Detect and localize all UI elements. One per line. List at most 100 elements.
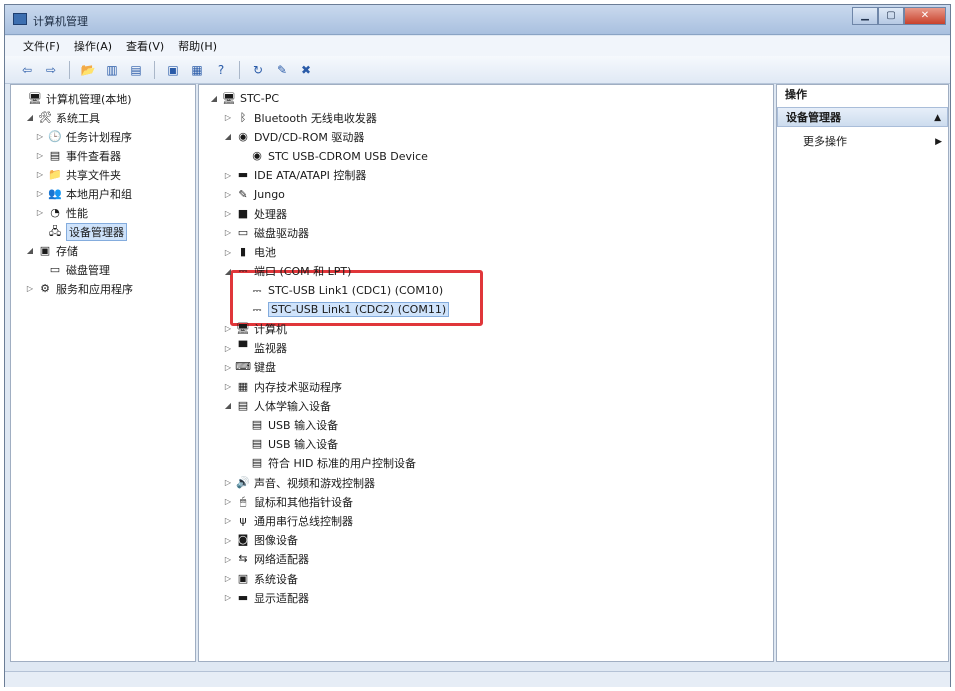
tree-item[interactable]: ▷ ◔ 性能 [35,203,88,222]
more-actions-item[interactable]: 更多操作 ▶ [777,133,948,151]
tree-item-label: STC-USB Link1 (CDC1) (COM10) [268,284,444,297]
menu-help[interactable]: 帮助(H) [178,38,217,54]
tree-item[interactable]: ▷ ▬ 显示适配器 [223,588,309,607]
collapsed-arrow-icon[interactable]: ▷ [223,478,233,487]
tree-item[interactable]: ◢ ▣ 存储 [25,241,78,260]
tree-item[interactable]: ⎓ STC-USB Link1 (CDC2) (COM11) [237,300,450,319]
collapsed-arrow-icon[interactable]: ▷ [223,344,233,353]
expanded-arrow-icon[interactable]: ◢ [223,267,233,276]
minimize-button[interactable]: ▁ [852,7,878,25]
clock-icon: 🕒 [48,129,62,143]
tree-item[interactable]: ▷ 🔊 声音、视频和游戏控制器 [223,473,375,492]
collapsed-arrow-icon[interactable]: ▷ [223,228,233,237]
tree-item[interactable]: ▷ ⚙ 服务和应用程序 [25,279,133,298]
device-tree-pane[interactable]: ◢ 🖥 STC-PC ▷ ᛒ Bluetooth 无线电收发器 ◢ ◉ DVD/CD-ROM 驱… [198,84,774,662]
menu-view[interactable]: 查看(V) [126,38,164,54]
collapsed-arrow-icon[interactable]: ▷ [223,324,233,333]
tree-item[interactable]: ▷ ⌨ 键盘 [223,358,276,377]
update-driver-icon[interactable]: ↻ [248,60,268,80]
tree-item[interactable]: ▷ ✎ Jungo [223,185,285,204]
tree-item-label: Bluetooth 无线电收发器 [254,111,377,125]
tree-item-label: 系统设备 [254,572,298,586]
navigation-tree-pane[interactable]: 🖥 计算机管理(本地) ◢ 🛠 系统工具 ▷ 🕒 任务计划程序 ▷ ▤ 事件查看器 ▷ 📁 共享文件夹 ▷ 👥… [10,84,196,662]
up-folder-icon[interactable]: 📂 [78,60,98,80]
collapsed-arrow-icon[interactable]: ▷ [223,574,233,583]
collapsed-arrow-icon[interactable]: ▷ [223,190,233,199]
collapsed-arrow-icon[interactable]: ▷ [25,284,35,293]
tree-item[interactable]: ▭ 磁盘管理 [35,260,110,279]
tree-item[interactable]: ▷ ▬ IDE ATA/ATAPI 控制器 [223,166,366,185]
collapsed-arrow-icon[interactable]: ▷ [35,189,45,198]
expanded-arrow-icon[interactable]: ◢ [25,246,35,255]
collapsed-arrow-icon[interactable]: ▷ [35,151,45,160]
show-hide-tree-icon[interactable]: ▥ [102,60,122,80]
uninstall-icon[interactable]: ✖ [296,60,316,80]
tree-item[interactable]: ▷ ▤ 事件查看器 [35,146,121,165]
tree-item[interactable]: ▷ 🕒 任务计划程序 [35,127,132,146]
tree-item[interactable]: ▷ ψ 通用串行总线控制器 [223,511,353,530]
collapsed-arrow-icon[interactable]: ▷ [223,209,233,218]
collapsed-arrow-icon[interactable]: ▷ [223,113,233,122]
tree-item[interactable]: ▷ ᛒ Bluetooth 无线电收发器 [223,108,377,127]
expanded-arrow-icon[interactable]: ◢ [223,132,233,141]
hid-icon: ▤ [237,398,249,412]
collapsed-arrow-icon[interactable]: ▷ [223,363,233,372]
tree-item[interactable]: ◢ ◉ DVD/CD-ROM 驱动器 [223,127,364,146]
help-icon[interactable]: ? [211,60,231,80]
tree-item[interactable]: ▷ 🖥 计算机 [223,319,287,338]
tree-item[interactable]: ▷ ▣ 系统设备 [223,569,298,588]
tree-item[interactable]: ◢ ⎓ 端口 (COM 和 LPT) [223,262,351,281]
collapsed-arrow-icon[interactable]: ▷ [35,170,45,179]
tree-item[interactable]: ▷ ⇆ 网络适配器 [223,550,309,569]
tree-item[interactable]: ◢ 🛠 系统工具 [25,108,100,127]
collapse-arrow-icon[interactable]: ▲ [934,108,941,128]
maximize-button[interactable]: ▢ [878,7,904,25]
collapsed-arrow-icon[interactable]: ▷ [223,382,233,391]
title-bar[interactable]: 计算机管理 ▁ ▢ ✕ [5,5,950,35]
collapsed-arrow-icon[interactable]: ▷ [223,497,233,506]
collapsed-arrow-icon[interactable]: ▷ [223,536,233,545]
expanded-arrow-icon[interactable]: ◢ [25,113,35,122]
tree-item[interactable]: ◢ ▤ 人体学输入设备 [223,396,331,415]
tree-item[interactable]: 🖥 计算机管理(本地) [15,89,132,108]
menu-file[interactable]: 文件(F) [23,38,60,54]
forward-icon[interactable]: ⇨ [41,60,61,80]
tree-item[interactable]: ▷ 📁 共享文件夹 [35,165,121,184]
collapsed-arrow-icon[interactable]: ▷ [223,248,233,257]
monitor-icon: ▀ [238,341,248,355]
tree-item-label: 内存技术驱动程序 [254,380,342,394]
menu-action[interactable]: 操作(A) [74,38,112,54]
collapsed-arrow-icon[interactable]: ▷ [35,132,45,141]
collapsed-arrow-icon[interactable]: ▷ [223,516,233,525]
close-button[interactable]: ✕ [904,7,946,25]
tree-item[interactable]: ▤ USB 输入设备 [237,415,338,434]
collapsed-arrow-icon[interactable]: ▷ [223,171,233,180]
tree-item[interactable]: ▷ ▮ 电池 [223,243,276,262]
tree-item[interactable]: 🖧 设备管理器 [35,222,127,241]
tree-item-label: Jungo [254,188,285,201]
expanded-arrow-icon[interactable]: ◢ [223,401,233,410]
actions-group-device-manager[interactable]: 设备管理器 ▲ [777,107,948,127]
properties-icon[interactable]: ▣ [163,60,183,80]
export-list-icon[interactable]: ▤ [126,60,146,80]
tree-item[interactable]: ▷ ■ 处理器 [223,204,287,223]
tree-item[interactable]: ▷ 👥 本地用户和组 [35,184,132,203]
collapsed-arrow-icon[interactable]: ▷ [223,555,233,564]
tree-item[interactable]: ▷ ▀ 监视器 [223,339,287,358]
tree-item[interactable]: ◉ STC USB-CDROM USB Device [237,147,428,166]
tree-item[interactable]: ▷ 🖱 鼠标和其他指针设备 [223,492,353,511]
collapsed-arrow-icon[interactable]: ▷ [35,208,45,217]
tree-item-label: 符合 HID 标准的用户控制设备 [268,457,416,471]
back-icon[interactable]: ⇦ [17,60,37,80]
tree-item[interactable]: ◢ 🖥 STC-PC [209,89,279,108]
view-icon[interactable]: ▦ [187,60,207,80]
expanded-arrow-icon[interactable]: ◢ [209,94,219,103]
tree-item[interactable]: ▷ ▭ 磁盘驱动器 [223,223,309,242]
collapsed-arrow-icon[interactable]: ▷ [223,593,233,602]
tree-item[interactable]: ⎓ STC-USB Link1 (CDC1) (COM10) [237,281,444,300]
scan-hardware-icon[interactable]: ✎ [272,60,292,80]
tree-item[interactable]: ▤ 符合 HID 标准的用户控制设备 [237,454,416,473]
tree-item[interactable]: ▤ USB 输入设备 [237,435,338,454]
tree-item[interactable]: ▷ ◙ 图像设备 [223,531,298,550]
tree-item[interactable]: ▷ ▦ 内存技术驱动程序 [223,377,342,396]
